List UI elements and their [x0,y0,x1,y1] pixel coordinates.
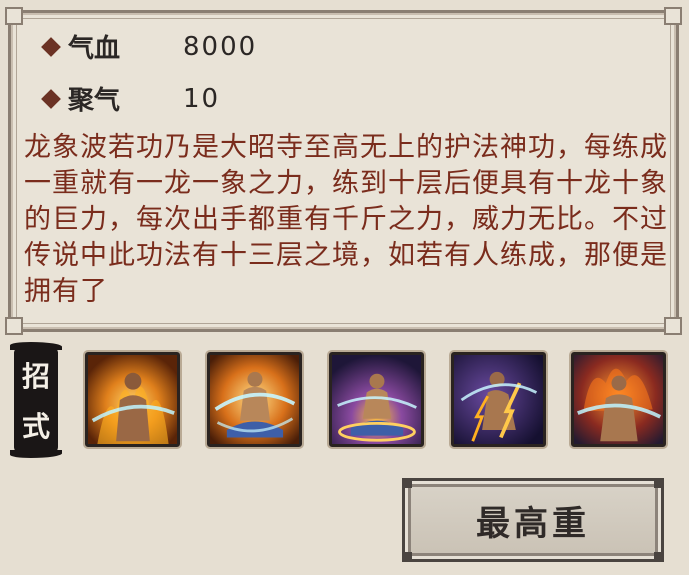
moves-tag-char: 式 [21,410,50,443]
monk-blaze-icon [574,355,663,444]
max-level-button-label: 最高重 [476,503,590,544]
skill-description: 龙象波若功乃是大昭寺至高无上的护法神功，每练成一重就有一龙一象之力，练到十层后便… [24,132,668,307]
stat-label: 气血 [68,34,121,64]
skill-slot-2[interactable] [207,352,302,447]
button-corner [654,552,664,562]
stat-label: 聚气 [68,86,121,116]
panel-corner [5,7,23,25]
skill-slot-1[interactable] [85,352,180,447]
panel-corner [5,317,23,335]
button-corner [654,478,664,488]
button-corner [402,552,412,562]
monk-kneel-lightning-icon [454,355,543,444]
button-corner [402,478,412,488]
diamond-bullet-icon [41,36,61,57]
tag-edge [10,342,62,350]
panel-corner [664,7,682,25]
stat-qi: 聚气 10 [41,80,221,117]
moves-tag-char: 招 [21,360,50,393]
diamond-bullet-icon [41,88,61,109]
moves-tag: 招 式 [10,342,62,458]
skill-slot-5[interactable] [571,352,666,447]
monk-meditate-dark-icon [332,355,421,444]
stat-hp: 气血 8000 [41,28,258,65]
tag-edge [10,450,62,458]
stat-value: 8000 [183,31,258,62]
skill-slot-4[interactable] [451,352,546,447]
monk-meditate-fire-icon [210,355,299,444]
panel-corner [664,317,682,335]
max-level-button[interactable]: 最高重 [402,478,664,562]
skill-slot-3[interactable] [329,352,424,447]
stat-value: 10 [183,83,221,114]
monk-fire-icon [88,355,177,444]
